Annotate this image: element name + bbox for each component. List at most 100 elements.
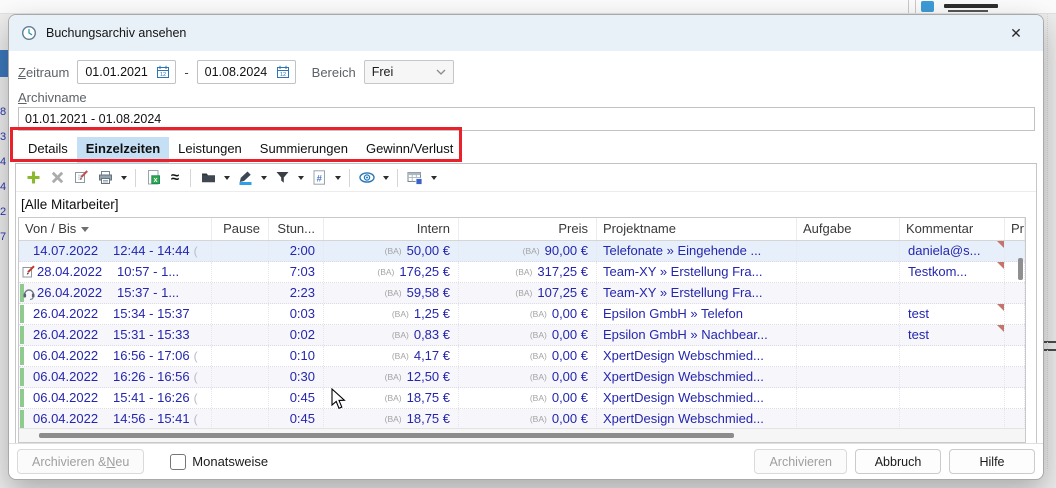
cell-projektname: Team-XY » Erstellung Fra...: [597, 283, 797, 303]
cell-aufgabe: [797, 367, 900, 387]
table-row[interactable]: 06.04.202216:56 - 17:06(0:10(BA)4,17 €(B…: [19, 346, 1025, 367]
tab-details[interactable]: Details: [19, 137, 77, 163]
background-toolbar-icon: [921, 1, 934, 12]
date-from-field[interactable]: 01.01.2021 12: [77, 60, 176, 84]
table-row[interactable]: 14.07.202212:44 - 14:44(2:00(BA)50,00 €(…: [19, 241, 1025, 262]
dialog-buchungsarchiv: Buchungsarchiv ansehen ✕ Zeitraum 01.01.…: [8, 14, 1044, 480]
monatsweise-checkbox[interactable]: [170, 454, 186, 470]
column-header-von-bis[interactable]: Von / Bis: [19, 218, 212, 240]
archive-and-new-button[interactable]: Archivieren & Neu: [17, 449, 144, 474]
highlight-color-icon[interactable]: [233, 167, 257, 189]
table-row[interactable]: 26.04.202215:34 - 15:370:03(BA)1,25 €(BA…: [19, 304, 1025, 325]
column-header-projektname[interactable]: Projektname: [597, 218, 797, 240]
archivname-label: Archivname: [18, 90, 87, 104]
view-dropdown-icon[interactable]: [379, 167, 392, 189]
green-marker: [20, 326, 24, 344]
table-row[interactable]: 26.04.202215:37 - 1...2:23(BA)59,58 €(BA…: [19, 283, 1025, 304]
table-dropdown-icon[interactable]: [427, 167, 440, 189]
cell-intern: (BA)12,50 €: [324, 367, 459, 387]
cancel-button[interactable]: Abbruch: [855, 449, 941, 474]
excel-export-icon[interactable]: x: [141, 167, 165, 189]
column-header-preis[interactable]: Preis: [459, 218, 597, 240]
column-header-kommentar[interactable]: Kommentar: [900, 218, 1005, 240]
column-header-pre[interactable]: Pre: [1005, 218, 1025, 240]
note-corner-marker: [997, 325, 1004, 332]
table-row[interactable]: 28.04.202210:57 - 1...7:03(BA)176,25 €(B…: [19, 262, 1025, 283]
horizontal-scrollbar-thumb[interactable]: [39, 433, 734, 438]
cell-intern: (BA)4,17 €: [324, 346, 459, 366]
column-header-pause[interactable]: Pause: [212, 218, 269, 240]
folder-icon[interactable]: [196, 167, 220, 189]
calendar-icon[interactable]: 12: [156, 65, 170, 79]
background-separator: [908, 0, 909, 13]
cell-aufgabe: [797, 283, 900, 303]
cell-intern: (BA)18,75 €: [324, 409, 459, 429]
cell-stunden: 0:10: [269, 346, 324, 366]
tab-leistungen[interactable]: Leistungen: [169, 137, 251, 163]
column-header-aufgabe[interactable]: Aufgabe: [797, 218, 900, 240]
bookings-table: Von / BisPauseStun...InternPreisProjektn…: [18, 217, 1026, 443]
bereich-label: Bereich: [312, 65, 356, 80]
ba-tag: (BA): [385, 372, 402, 382]
cell-intern: (BA)0,83 €: [324, 325, 459, 345]
toolbar-separator: [349, 169, 350, 187]
cell-intern: (BA)18,75 €: [324, 388, 459, 408]
vertical-scrollbar[interactable]: [1018, 258, 1023, 280]
ba-tag: (BA): [392, 309, 409, 319]
ba-tag: (BA): [385, 246, 402, 256]
table-row[interactable]: 06.04.202216:26 - 16:56(0:30(BA)12,50 €(…: [19, 367, 1025, 388]
column-header-stun-[interactable]: Stun...: [269, 218, 324, 240]
close-icon[interactable]: ✕: [1001, 25, 1031, 42]
bereich-select[interactable]: Frei: [364, 60, 454, 84]
ba-tag: (BA): [530, 393, 547, 403]
cell-projektname: XpertDesign Webschmied...: [597, 367, 797, 387]
column-header-intern[interactable]: Intern: [324, 218, 459, 240]
cell-preis-extern: [1005, 346, 1025, 366]
table-row[interactable]: 06.04.202214:56 - 15:41(0:45(BA)18,75 €(…: [19, 409, 1025, 430]
background-digit: 8.: [0, 106, 7, 118]
delete-icon[interactable]: [45, 167, 69, 189]
calendar-icon[interactable]: 12: [276, 65, 290, 79]
dialog-titlebar[interactable]: Buchungsarchiv ansehen ✕: [9, 15, 1043, 51]
numbering-icon[interactable]: #: [307, 167, 331, 189]
print-dropdown-icon[interactable]: [117, 167, 130, 189]
cell-von-bis: 28.04.202210:57 - 1...: [19, 262, 212, 282]
add-icon[interactable]: [21, 167, 45, 189]
view-icon[interactable]: [355, 167, 379, 189]
background-digit: 7: [0, 231, 7, 243]
sort-desc-icon: [81, 227, 89, 232]
highlight-dropdown-icon[interactable]: [257, 167, 270, 189]
edit-icon[interactable]: [69, 167, 93, 189]
filter-icon[interactable]: [270, 167, 294, 189]
archivname-input[interactable]: 01.01.2021 - 01.08.2024: [18, 107, 1035, 131]
tab-gewinn-verlust[interactable]: Gewinn/Verlust: [357, 137, 462, 163]
help-button[interactable]: Hilfe: [949, 449, 1035, 474]
print-icon[interactable]: [93, 167, 117, 189]
tab-einzelzeiten[interactable]: Einzelzeiten: [77, 137, 169, 163]
approximate-icon[interactable]: ≈: [165, 167, 185, 189]
cell-preis: (BA)0,00 €: [459, 304, 597, 324]
cell-preis-extern: [1005, 409, 1025, 429]
background-digit: 4.: [0, 181, 7, 193]
archive-button[interactable]: Archivieren: [754, 449, 847, 474]
horizontal-scrollbar[interactable]: [19, 428, 1025, 442]
cell-projektname: Epsilon GmbH » Nachbear...: [597, 325, 797, 345]
table-save-icon[interactable]: [403, 167, 427, 189]
cell-pause: [212, 262, 269, 282]
folder-dropdown-icon[interactable]: [220, 167, 233, 189]
ba-tag: (BA): [385, 393, 402, 403]
filter-dropdown-icon[interactable]: [294, 167, 307, 189]
tab-summierungen[interactable]: Summierungen: [251, 137, 357, 163]
cell-intern: (BA)1,25 €: [324, 304, 459, 324]
date-to-field[interactable]: 01.08.2024 12: [197, 60, 296, 84]
table-header: Von / BisPauseStun...InternPreisProjektn…: [19, 218, 1025, 241]
toolbar-separator: [135, 169, 136, 187]
svg-text:12: 12: [280, 72, 286, 78]
table-row[interactable]: 26.04.202215:31 - 15:330:02(BA)0,83 €(BA…: [19, 325, 1025, 346]
note-corner-marker: [997, 304, 1004, 311]
cell-aufgabe: [797, 325, 900, 345]
table-row[interactable]: 06.04.202215:41 - 16:26(0:45(BA)18,75 €(…: [19, 388, 1025, 409]
numbering-dropdown-icon[interactable]: [331, 167, 344, 189]
cell-preis: (BA)0,00 €: [459, 346, 597, 366]
cell-kommentar: Testkom...: [900, 262, 1005, 282]
